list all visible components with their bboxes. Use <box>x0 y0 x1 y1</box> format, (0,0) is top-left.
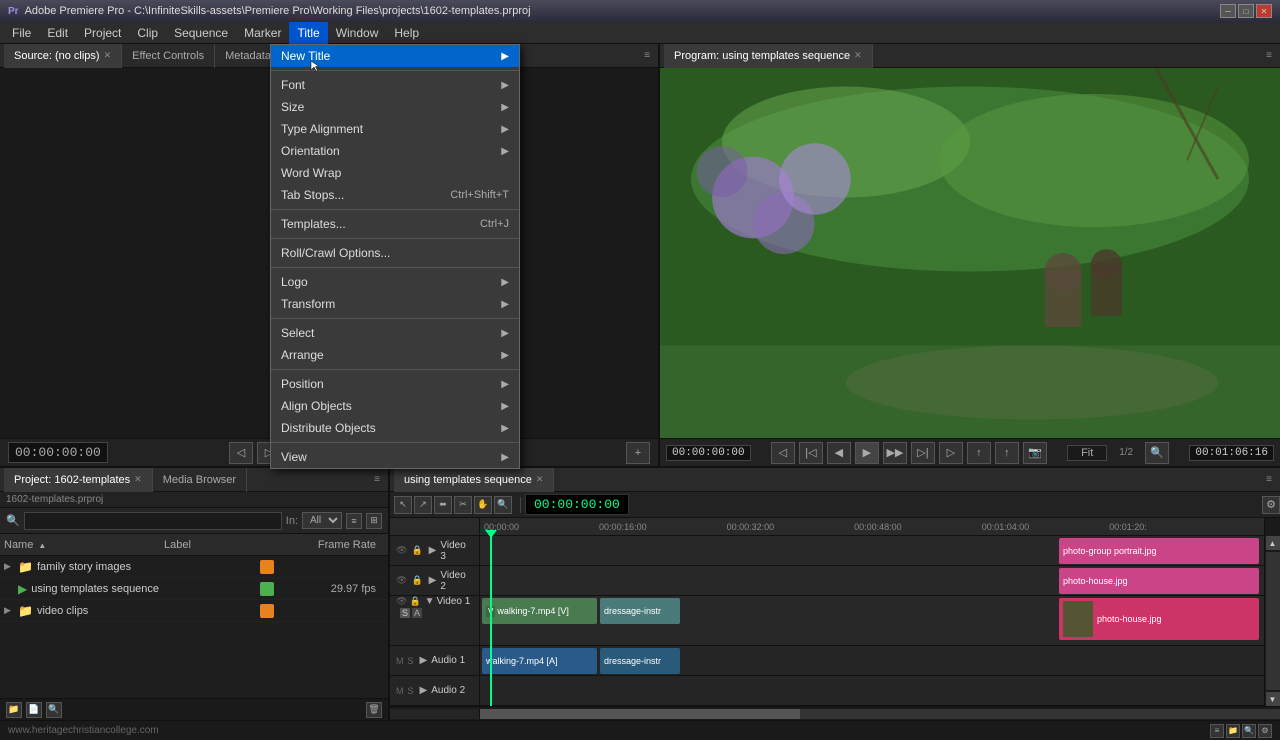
menu-separator <box>271 238 519 239</box>
item-label: View <box>281 450 501 464</box>
menu-item-orientation[interactable]: Orientation ▶ <box>271 140 519 162</box>
submenu-arrow-icon: ▶ <box>501 423 509 434</box>
item-label: Size <box>281 100 501 114</box>
shortcut-label: Ctrl+Shift+T <box>450 189 509 201</box>
item-label: Templates... <box>281 217 480 231</box>
submenu-arrow-icon: ▶ <box>501 328 509 339</box>
submenu-arrow-icon: ▶ <box>501 51 509 62</box>
status-bar-buttons: ≡ 📁 🔍 ⚙ <box>1210 724 1272 738</box>
menu-item-align-objects[interactable]: Align Objects ▶ <box>271 395 519 417</box>
item-label: Distribute Objects <box>281 421 501 435</box>
submenu-arrow-icon: ▶ <box>501 401 509 412</box>
menu-item-transform[interactable]: Transform ▶ <box>271 293 519 315</box>
menu-item-size[interactable]: Size ▶ <box>271 96 519 118</box>
menu-item-position[interactable]: Position ▶ <box>271 373 519 395</box>
menu-item-roll-crawl[interactable]: Roll/Crawl Options... <box>271 242 519 264</box>
menu-separator <box>271 209 519 210</box>
item-label: New Title <box>281 49 501 63</box>
item-label: Arrange <box>281 348 501 362</box>
submenu-arrow-icon: ▶ <box>501 350 509 361</box>
submenu-arrow-icon: ▶ <box>501 124 509 135</box>
submenu-arrow-icon: ▶ <box>501 299 509 310</box>
menu-item-font[interactable]: Font ▶ <box>271 74 519 96</box>
menu-separator <box>271 70 519 71</box>
item-label: Logo <box>281 275 501 289</box>
status-btn-3[interactable]: 🔍 <box>1242 724 1256 738</box>
title-menu-dropdown: New Title ▶ Font ▶ Size ▶ Type Alignment… <box>270 44 520 469</box>
item-label: Tab Stops... <box>281 188 450 202</box>
item-label: Select <box>281 326 501 340</box>
submenu-arrow-icon: ▶ <box>501 379 509 390</box>
menu-separator <box>271 318 519 319</box>
item-label: Roll/Crawl Options... <box>281 246 509 260</box>
menu-item-tab-stops[interactable]: Tab Stops... Ctrl+Shift+T <box>271 184 519 206</box>
submenu-arrow-icon: ▶ <box>501 146 509 157</box>
item-label: Transform <box>281 297 501 311</box>
item-label: Word Wrap <box>281 166 509 180</box>
status-btn-1[interactable]: ≡ <box>1210 724 1224 738</box>
menu-item-new-title[interactable]: New Title ▶ <box>271 45 519 67</box>
menu-separator <box>271 267 519 268</box>
menu-item-view[interactable]: View ▶ <box>271 446 519 468</box>
menu-separator <box>271 442 519 443</box>
menu-item-type-alignment[interactable]: Type Alignment ▶ <box>271 118 519 140</box>
status-url: www.heritagechristiancollege.com <box>8 725 159 736</box>
menu-item-word-wrap[interactable]: Word Wrap <box>271 162 519 184</box>
shortcut-label: Ctrl+J <box>480 218 509 230</box>
dropdown-overlay[interactable]: New Title ▶ Font ▶ Size ▶ Type Alignment… <box>0 0 1280 720</box>
menu-separator <box>271 369 519 370</box>
menu-item-distribute-objects[interactable]: Distribute Objects ▶ <box>271 417 519 439</box>
item-label: Font <box>281 78 501 92</box>
status-btn-2[interactable]: 📁 <box>1226 724 1240 738</box>
menu-item-templates[interactable]: Templates... Ctrl+J <box>271 213 519 235</box>
item-label: Orientation <box>281 144 501 158</box>
menu-item-logo[interactable]: Logo ▶ <box>271 271 519 293</box>
status-bar: www.heritagechristiancollege.com ≡ 📁 🔍 ⚙ <box>0 720 1280 740</box>
submenu-arrow-icon: ▶ <box>501 102 509 113</box>
menu-item-select[interactable]: Select ▶ <box>271 322 519 344</box>
submenu-arrow-icon: ▶ <box>501 452 509 463</box>
status-btn-4[interactable]: ⚙ <box>1258 724 1272 738</box>
item-label: Type Alignment <box>281 122 501 136</box>
submenu-arrow-icon: ▶ <box>501 80 509 91</box>
menu-item-arrange[interactable]: Arrange ▶ <box>271 344 519 366</box>
item-label: Position <box>281 377 501 391</box>
submenu-arrow-icon: ▶ <box>501 277 509 288</box>
item-label: Align Objects <box>281 399 501 413</box>
